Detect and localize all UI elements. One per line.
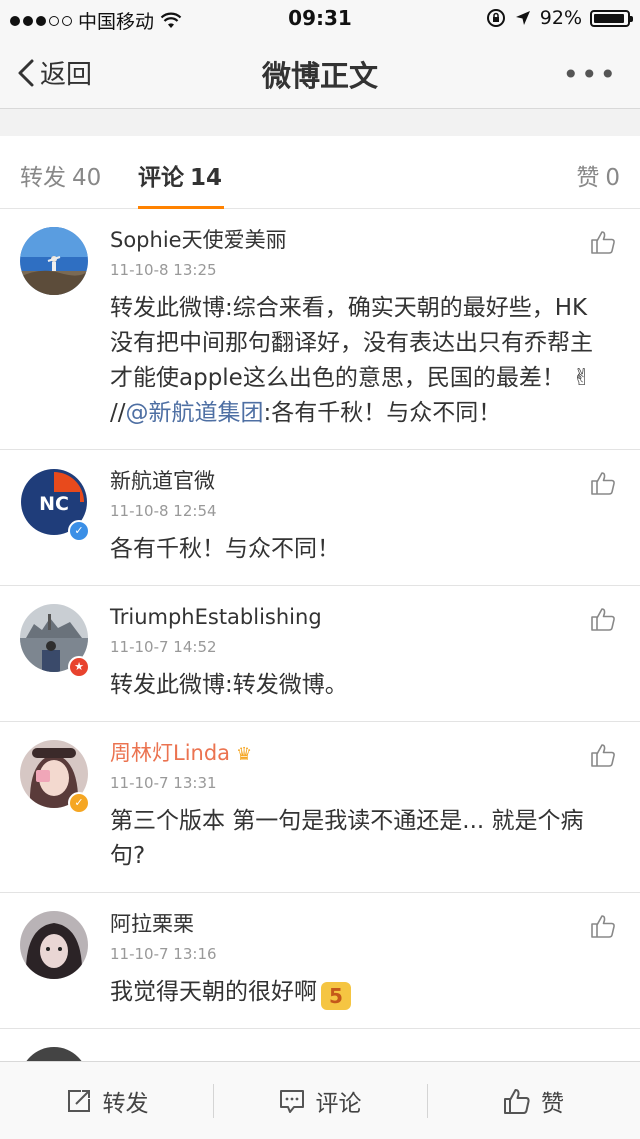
like-icon[interactable]	[590, 470, 616, 496]
like-icon[interactable]	[590, 742, 616, 768]
detail-tabs: 转发 40 评论 14 赞0	[0, 136, 640, 210]
bottom-toolbar: 转发 评论 赞	[0, 1061, 640, 1139]
like-icon[interactable]	[590, 606, 616, 632]
commenter-name[interactable]: 新航道官微	[110, 466, 570, 496]
commenter-name[interactable]: TriumphEstablishing	[110, 602, 570, 632]
commenter-name[interactable]: 阿拉栗栗	[110, 909, 570, 939]
comment-text: 第三个版本 第一句是我读不通还是... 就是个病句?	[110, 808, 584, 869]
comment-text: 各有千秋！与众不同！	[110, 536, 340, 562]
tab-comments-label: 评论	[138, 165, 184, 191]
comment-text: 转发此微博:综合来看，确实天朝的最好些，HK没有把中间那句翻译好，没有表达出只有…	[110, 291, 610, 431]
thumbs-up-icon	[504, 1088, 530, 1114]
commenter-name[interactable]: Sophie天使爱美丽	[110, 225, 570, 255]
comment-text-main: 我觉得天朝的很好啊	[110, 979, 317, 1005]
five-emoji-icon: 5	[321, 982, 351, 1010]
avatar[interactable]	[20, 1047, 88, 1061]
comment-item[interactable]	[0, 1029, 640, 1061]
tab-comments-count: 14	[190, 165, 223, 191]
mention-link[interactable]: @新航道集团	[126, 400, 264, 426]
verified-badge-icon: ✓	[68, 520, 90, 542]
battery-icon	[590, 9, 633, 27]
comment-time: 11-10-7 13:31	[110, 774, 217, 792]
tab-likes-count: 0	[605, 165, 620, 191]
avatar[interactable]	[20, 911, 88, 979]
comment-bubble-icon	[279, 1089, 304, 1113]
like-icon[interactable]	[590, 913, 616, 939]
comment-time: 11-10-8 12:54	[110, 502, 217, 520]
tab-forwards[interactable]: 转发 40	[20, 158, 101, 192]
forward-button[interactable]: 转发	[0, 1062, 213, 1139]
comment-item[interactable]: NC ✓ 新航道官微 11-10-8 12:54 各有千秋！与众不同！	[0, 450, 640, 586]
status-bar: 中国移动 09:31 92%	[0, 0, 640, 36]
avatar[interactable]	[20, 227, 88, 295]
victory-hand-emoji-icon: ✌	[572, 365, 592, 391]
comment-time: 11-10-8 13:25	[110, 261, 217, 279]
comment-list[interactable]: Sophie天使爱美丽 11-10-8 13:25 转发此微博:综合来看，确实天…	[0, 209, 640, 1061]
commenter-name[interactable]: 周林灯Linda ♛	[110, 738, 570, 768]
comment-text-main: 转发此微博:综合来看，确实天朝的最好些，HK没有把中间那句翻译好，没有表达出只有…	[110, 295, 593, 391]
like-icon[interactable]	[590, 229, 616, 255]
battery-percent: 92%	[539, 7, 582, 29]
comment-item[interactable]: 阿拉栗栗 11-10-7 13:16 我觉得天朝的很好啊 5	[0, 893, 640, 1029]
avatar-logo-text: NC	[39, 493, 69, 515]
like-button[interactable]: 赞	[427, 1062, 640, 1139]
vip-crown-icon: ♛	[236, 744, 253, 765]
like-label: 赞	[541, 1090, 564, 1117]
forward-label: 转发	[102, 1090, 149, 1117]
more-options-button[interactable]: •••	[562, 58, 618, 91]
comment-slash: //	[110, 400, 126, 426]
comment-text-quoted: :各有千秋！与众不同！	[263, 400, 502, 426]
tab-forwards-count: 40	[72, 165, 102, 191]
comment-label: 评论	[315, 1090, 362, 1117]
comment-item[interactable]: ✓ 周林灯Linda ♛ 11-10-7 13:31 第三个版本 第一句是我读不通…	[0, 722, 640, 893]
location-arrow-icon	[515, 11, 530, 25]
comment-time: 11-10-7 14:52	[110, 638, 217, 656]
member-badge-icon: ★	[68, 656, 90, 678]
comment-item[interactable]: Sophie天使爱美丽 11-10-8 13:25 转发此微博:综合来看，确实天…	[0, 209, 640, 450]
tab-likes[interactable]: 赞0	[576, 158, 620, 192]
comment-button[interactable]: 评论	[213, 1062, 426, 1139]
comment-time: 11-10-7 13:16	[110, 945, 217, 963]
comment-text: 我觉得天朝的很好啊 5	[110, 975, 610, 1010]
rotation-lock-icon	[486, 9, 505, 27]
comment-item[interactable]: ★ TriumphEstablishing 11-10-7 14:52 转发此微…	[0, 586, 640, 722]
tab-forwards-label: 转发	[20, 165, 66, 191]
verified-badge-icon: ✓	[68, 792, 90, 814]
tab-likes-label: 赞	[576, 165, 600, 191]
comment-text: 转发此微博:转发微博。	[110, 672, 348, 698]
status-right: 92%	[486, 7, 633, 29]
commenter-name-text: 周林灯Linda	[110, 741, 231, 765]
tab-comments[interactable]: 评论 14	[138, 158, 225, 210]
navigation-bar: 返回 微博正文 •••	[0, 36, 640, 109]
page-title: 微博正文	[261, 59, 378, 93]
share-icon	[67, 1089, 90, 1112]
